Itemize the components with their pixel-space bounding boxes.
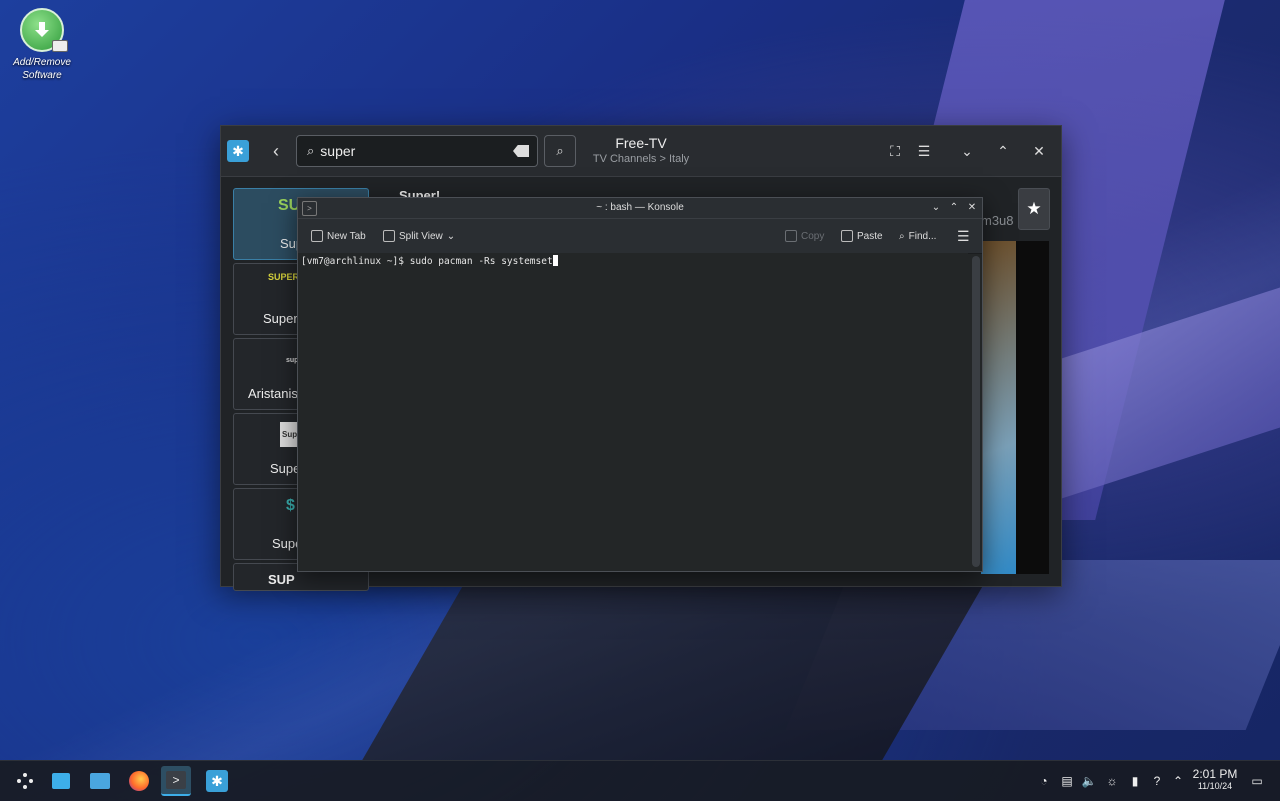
file-manager-icon[interactable] <box>85 766 115 796</box>
brightness-icon[interactable]: ☼ <box>1104 773 1120 789</box>
preview-image-edge <box>1016 241 1049 574</box>
clock-time: 2:01 PM <box>1192 767 1238 781</box>
hamburger-menu-icon[interactable]: ☰ <box>957 228 970 244</box>
help-icon[interactable]: ? <box>1149 773 1165 789</box>
find-button[interactable]: ⌕ Find... <box>899 228 936 244</box>
discover-icon[interactable] <box>46 766 76 796</box>
firefox-icon[interactable] <box>124 766 154 796</box>
show-desktop-icon[interactable]: ▭ <box>1249 773 1265 789</box>
konsole-taskbar-icon[interactable]: > <box>161 766 191 796</box>
fullscreen-icon[interactable]: ⛶ <box>884 140 906 162</box>
favorite-star-icon[interactable]: ★ <box>1018 188 1050 230</box>
wallpaper-dark-shape <box>362 560 998 760</box>
update-notifier-icon[interactable]: ◔ <box>1036 773 1052 789</box>
search-icon: ⌕ <box>899 230 905 242</box>
back-button[interactable]: ‹ <box>265 140 287 162</box>
chevron-up-icon[interactable]: ⌃ <box>1170 773 1186 789</box>
clock-date: 11/10/24 <box>1197 781 1233 791</box>
desktop-icon-add-remove-software[interactable]: Add/Remove Software <box>8 8 76 82</box>
detail-stream-id: m3u8 <box>981 213 1014 228</box>
desktop-icon-label: Add/Remove Software <box>13 57 71 81</box>
shell-prompt: [vm7@archlinux ~]$ <box>301 256 404 267</box>
konsole-titlebar[interactable]: > ~ : bash — Konsole ⌄ ⌃ ✕ <box>298 198 982 219</box>
text-cursor <box>552 255 558 266</box>
terminal-area[interactable]: [vm7@archlinux ~]$ sudo pacman -Rs syste… <box>298 253 968 571</box>
taskbar: > ✱ ◔ ▤ 🔈 ☼ ▮ ? ⌃ 2:01 PM 11/10/24 ▭ <box>0 760 1280 801</box>
konsole-toolbar: New Tab Split View ⌄ Copy Paste ⌕ Find..… <box>298 219 982 254</box>
store-header: ✱ ‹ ⌕ super ⌕ Free-TV TV Channels > Ital… <box>221 126 1061 177</box>
search-input[interactable]: super <box>320 143 513 159</box>
clipboard-icon[interactable]: ▤ <box>1059 773 1075 789</box>
breadcrumb: TV Channels > Italy <box>592 153 690 165</box>
chevron-down-icon: ⌄ <box>446 230 456 242</box>
maximize-button[interactable]: ⌃ <box>947 201 961 215</box>
scrollbar[interactable] <box>972 256 980 567</box>
search-icon: ⌕ <box>307 143 315 158</box>
volume-icon[interactable]: 🔈 <box>1081 773 1097 789</box>
command-input[interactable]: sudo pacman -Rs systemset <box>410 256 553 267</box>
clear-search-icon[interactable] <box>513 145 529 157</box>
download-icon <box>20 8 68 52</box>
search-button[interactable]: ⌕ <box>544 135 576 167</box>
new-tab-icon <box>311 230 323 242</box>
search-field[interactable]: ⌕ super <box>296 135 538 167</box>
window-title: ~ : bash — Konsole <box>596 202 684 213</box>
battery-icon[interactable]: ▮ <box>1127 773 1143 789</box>
page-title: Free-TV <box>615 135 667 151</box>
minimize-button[interactable]: ⌄ <box>929 201 943 215</box>
close-button[interactable]: ✕ <box>1028 140 1050 162</box>
clock[interactable]: 2:01 PM 11/10/24 <box>1188 767 1242 792</box>
konsole-window: > ~ : bash — Konsole ⌄ ⌃ ✕ New Tab Split… <box>297 197 983 572</box>
paste-button[interactable]: Paste <box>841 228 883 244</box>
menu-icon[interactable]: ☰ <box>913 140 935 162</box>
paste-icon <box>841 230 853 242</box>
close-button[interactable]: ✕ <box>965 201 979 215</box>
split-view-icon <box>383 230 395 242</box>
app-logo-icon: ✱ <box>227 140 249 162</box>
maximize-button[interactable]: ⌃ <box>992 140 1014 162</box>
copy-button[interactable]: Copy <box>785 228 824 244</box>
new-tab-button[interactable]: New Tab <box>311 228 366 244</box>
store-taskbar-icon[interactable]: ✱ <box>202 766 232 796</box>
app-launcher-icon[interactable] <box>10 766 40 796</box>
minimize-button[interactable]: ⌄ <box>956 140 978 162</box>
copy-icon <box>785 230 797 242</box>
split-view-button[interactable]: Split View ⌄ <box>383 228 455 244</box>
